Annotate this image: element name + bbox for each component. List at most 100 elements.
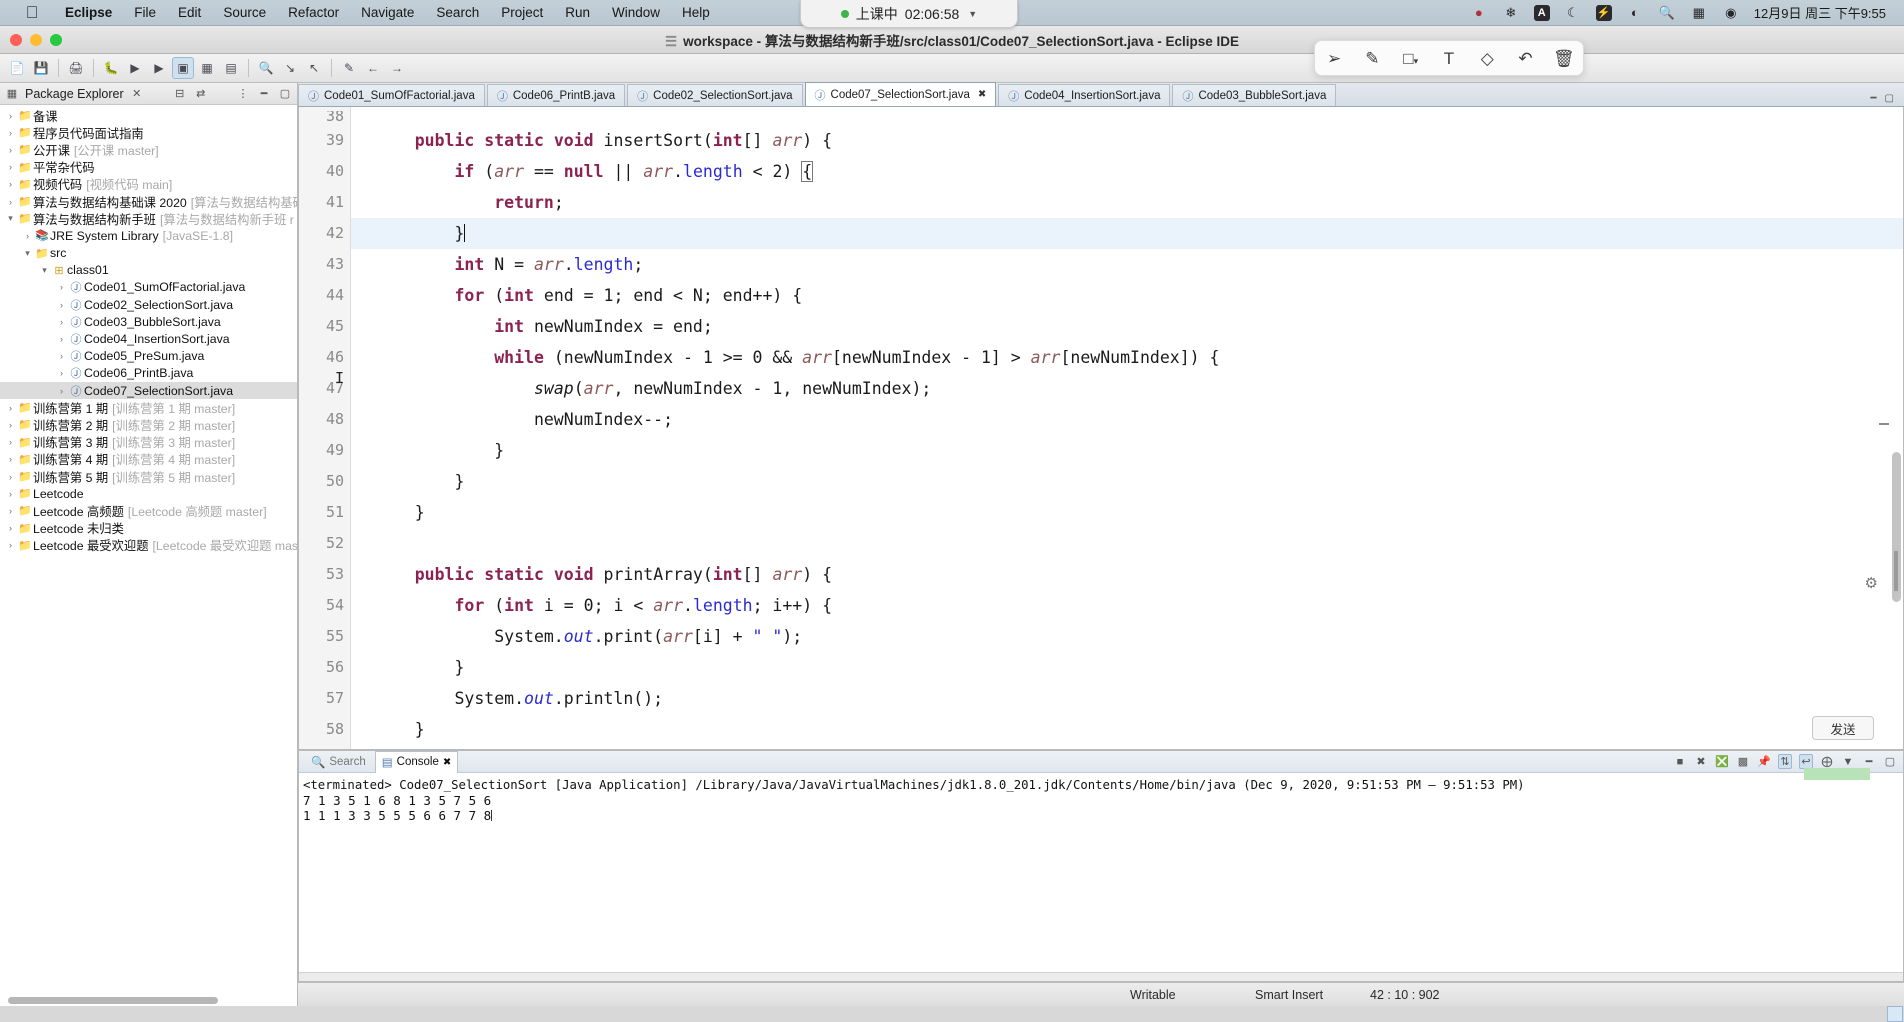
code-line[interactable]: newNumIndex--;: [351, 404, 1903, 435]
keyboard-icon[interactable]: ▦: [1690, 4, 1708, 22]
tree-item[interactable]: › 📁 训练营第 1 期 [训练营第 1 期 master]: [0, 399, 297, 416]
menu-eclipse[interactable]: Eclipse: [54, 0, 123, 26]
minimize-button[interactable]: [30, 34, 42, 46]
last-edit-icon[interactable]: ✎: [338, 57, 360, 79]
scroll-lock-icon[interactable]: ⇅: [1778, 754, 1792, 769]
code-line[interactable]: return;: [351, 187, 1903, 218]
display-selected-icon[interactable]: ▩: [1736, 755, 1750, 768]
maximize-icon[interactable]: ▢: [1885, 93, 1894, 104]
menu-window[interactable]: Window: [601, 0, 671, 26]
code-line[interactable]: while (newNumIndex - 1 >= 0 && arr[newNu…: [351, 342, 1903, 373]
code-line[interactable]: [351, 528, 1903, 559]
chevron-right-icon[interactable]: ›: [4, 437, 17, 447]
code-line[interactable]: public static void printArray(int[] arr)…: [351, 559, 1903, 590]
remove-all-icon[interactable]: ❎: [1715, 755, 1729, 768]
link-with-editor-icon[interactable]: ⇄: [193, 87, 209, 100]
code-text-area[interactable]: public static void insertSort(int[] arr)…: [351, 107, 1903, 749]
code-line[interactable]: public static void insertSort(int[] arr)…: [351, 125, 1903, 156]
evernote-icon[interactable]: ❄: [1502, 4, 1520, 22]
chevron-down-icon[interactable]: ▼: [968, 9, 977, 19]
chevron-right-icon[interactable]: ›: [4, 523, 17, 533]
wifi-icon[interactable]: ◐: [1626, 4, 1644, 22]
tree-item[interactable]: › 📁 训练营第 5 期 [训练营第 5 期 master]: [0, 468, 297, 485]
word-wrap-icon[interactable]: ↩: [1799, 754, 1813, 769]
tree-item[interactable]: › Ⓙ Code03_BubbleSort.java: [0, 313, 297, 330]
chevron-right-icon[interactable]: ›: [4, 540, 17, 550]
chevron-right-icon[interactable]: ›: [4, 420, 17, 430]
chevron-right-icon[interactable]: ›: [55, 317, 68, 327]
code-line[interactable]: }: [351, 497, 1903, 528]
tree-item[interactable]: ▾ ⊞ class01: [0, 262, 297, 279]
minimize-icon[interactable]: ━: [1871, 93, 1877, 104]
chevron-down-icon[interactable]: ▾: [21, 248, 34, 259]
tree-item[interactable]: › 📁 Leetcode 最受欢迎题 [Leetcode 最受欢迎题 mast: [0, 537, 297, 554]
tree-item[interactable]: › 📁 训练营第 3 期 [训练营第 3 期 master]: [0, 434, 297, 451]
tree-item[interactable]: › Ⓙ Code02_SelectionSort.java: [0, 296, 297, 313]
chevron-right-icon[interactable]: ›: [55, 300, 68, 310]
recording-indicator[interactable]: 上课中 02:06:58 ▼: [800, 0, 1018, 28]
tree-item[interactable]: › Ⓙ Code05_PreSum.java: [0, 348, 297, 365]
chevron-right-icon[interactable]: ›: [55, 334, 68, 344]
tree-item[interactable]: › 📁 视频代码 [视频代码 main]: [0, 176, 297, 193]
editor-tab[interactable]: Ⓙ Code04_InsertionSort.java: [998, 84, 1171, 106]
shape-icon[interactable]: □▾: [1396, 50, 1426, 67]
siri-icon[interactable]: ◉: [1722, 4, 1740, 22]
tree-item[interactable]: › 📁 Leetcode 未归类: [0, 520, 297, 537]
code-line[interactable]: }: [351, 218, 1903, 249]
code-line[interactable]: int newNumIndex = end;: [351, 311, 1903, 342]
search-icon[interactable]: 🔍: [1658, 4, 1676, 22]
tree-item[interactable]: › Ⓙ Code07_SelectionSort.java: [0, 382, 297, 400]
menu-edit[interactable]: Edit: [167, 0, 212, 26]
coverage-icon[interactable]: ▣: [172, 57, 194, 79]
pen-icon[interactable]: ✎: [1357, 50, 1387, 67]
chevron-right-icon[interactable]: ›: [4, 472, 17, 482]
code-line[interactable]: for (int end = 1; end < N; end++) {: [351, 280, 1903, 311]
chevron-right-icon[interactable]: ›: [4, 111, 17, 121]
new-icon[interactable]: 📄: [6, 57, 28, 79]
close-button[interactable]: [10, 34, 22, 46]
chevron-right-icon[interactable]: ›: [4, 454, 17, 464]
undo-icon[interactable]: ↶: [1511, 50, 1541, 67]
code-editor[interactable]: 3839⊖4041424344454647484950515253⊖545556…: [298, 107, 1904, 750]
code-line[interactable]: for (int i = 0; i < arr.length; i++) {: [351, 590, 1903, 621]
code-line[interactable]: }: [351, 466, 1903, 497]
menu-help[interactable]: Help: [671, 0, 721, 26]
battery-icon[interactable]: ⚡: [1595, 4, 1612, 21]
back-icon[interactable]: ←: [362, 57, 384, 79]
pin-icon[interactable]: 📌: [1757, 755, 1771, 768]
zoom-button[interactable]: [50, 34, 62, 46]
view-menu-icon[interactable]: ⋮: [235, 87, 251, 100]
code-line[interactable]: }: [351, 714, 1903, 745]
prev-annotation-icon[interactable]: ↖: [303, 57, 325, 79]
eraser-icon[interactable]: ◇: [1472, 50, 1502, 67]
minimize-icon[interactable]: ━: [1862, 755, 1876, 768]
editor-tab[interactable]: Ⓙ Code03_BubbleSort.java: [1172, 84, 1337, 106]
close-icon[interactable]: ✕: [129, 87, 145, 100]
tree-item[interactable]: › 📁 Leetcode 高频题 [Leetcode 高频题 master]: [0, 502, 297, 519]
code-line[interactable]: int N = arr.length;: [351, 249, 1903, 280]
chevron-right-icon[interactable]: ›: [21, 231, 34, 241]
print-icon[interactable]: 🖨: [65, 57, 87, 79]
chevron-right-icon[interactable]: ›: [55, 282, 68, 292]
open-console-icon[interactable]: ▼: [1841, 756, 1855, 768]
editor-tab[interactable]: Ⓙ Code02_SelectionSort.java: [627, 84, 803, 106]
next-annotation-icon[interactable]: ↘: [279, 57, 301, 79]
chevron-right-icon[interactable]: ›: [4, 145, 17, 155]
new-class-icon[interactable]: ▤: [220, 57, 242, 79]
moon-icon[interactable]: ☾: [1564, 4, 1582, 22]
letter-a-icon[interactable]: A: [1533, 4, 1550, 21]
chevron-right-icon[interactable]: ›: [4, 403, 17, 413]
tree-item[interactable]: › 📚 JRE System Library [JavaSE-1.8]: [0, 227, 297, 244]
editor-tab[interactable]: Ⓙ Code06_PrintB.java: [486, 84, 626, 106]
close-icon[interactable]: ✖: [978, 89, 986, 100]
tree-item[interactable]: › 📁 算法与数据结构基础课 2020 [算法与数据结构基础: [0, 193, 297, 210]
menu-navigate[interactable]: Navigate: [350, 0, 425, 26]
chevron-right-icon[interactable]: ›: [4, 179, 17, 189]
code-line[interactable]: }: [351, 652, 1903, 683]
menu-refactor[interactable]: Refactor: [277, 0, 350, 26]
save-icon[interactable]: 💾: [30, 57, 52, 79]
chevron-right-icon[interactable]: ›: [4, 506, 17, 516]
tree-item[interactable]: › Ⓙ Code06_PrintB.java: [0, 365, 297, 382]
remove-icon[interactable]: ✖: [1694, 755, 1708, 768]
code-line[interactable]: if (arr == null || arr.length < 2) {: [351, 156, 1903, 187]
